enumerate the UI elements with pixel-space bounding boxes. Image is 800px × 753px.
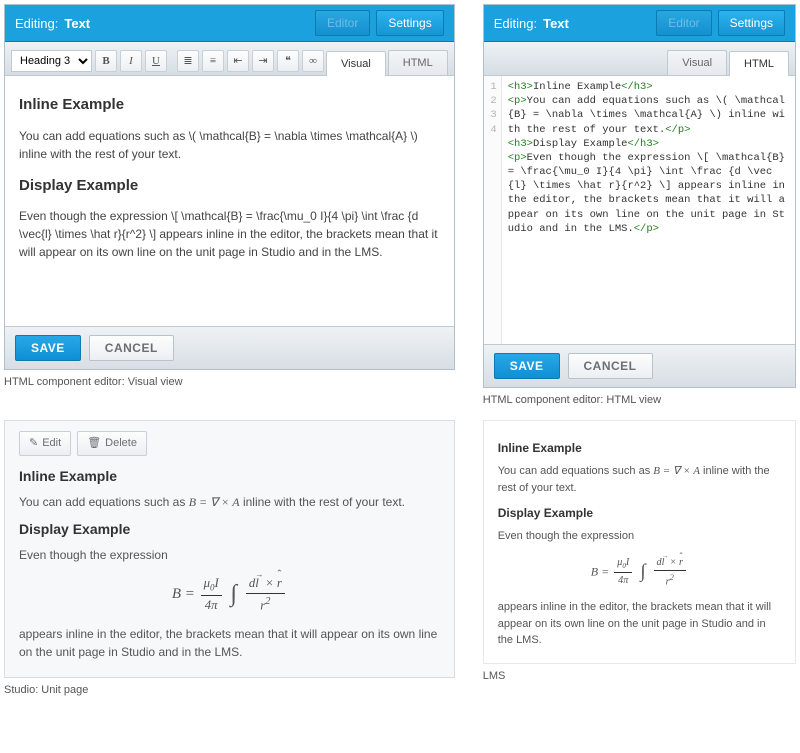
- link-icon[interactable]: ∞: [302, 50, 324, 72]
- paragraph-display-post: appears inline in the editor, the bracke…: [19, 625, 440, 661]
- bullet-list-icon[interactable]: ≣: [177, 50, 199, 72]
- heading-display: Display Example: [19, 175, 440, 198]
- heading-inline: Inline Example: [19, 466, 440, 487]
- heading-inline: Inline Example: [19, 94, 440, 117]
- edit-button[interactable]: ✎Edit: [19, 431, 71, 456]
- editor-header: Editing: Text Editor Settings: [5, 5, 454, 42]
- studio-preview: ✎Edit 🗑Delete Inline Example You can add…: [4, 420, 455, 678]
- paragraph-display-pre: Even though the expression: [498, 528, 781, 545]
- line-gutter: 1234: [484, 76, 502, 344]
- trash-icon: 🗑: [87, 435, 101, 452]
- code-lines: <h3>Inline Example</h3><p>You can add eq…: [502, 76, 795, 344]
- save-button[interactable]: SAVE: [15, 335, 81, 361]
- paragraph-inline: You can add equations such as B = ∇ × A …: [19, 493, 440, 511]
- lms-preview: Inline Example You can add equations suc…: [483, 420, 796, 664]
- editor-header: Editing: Text Editor Settings: [484, 5, 795, 42]
- paragraph-inline: You can add equations such as \( \mathca…: [19, 127, 440, 163]
- heading-display: Display Example: [19, 519, 440, 540]
- component-title: Text: [64, 16, 90, 31]
- tab-html[interactable]: HTML: [388, 50, 448, 75]
- paragraph-display-post: appears inline in the editor, the bracke…: [498, 599, 781, 649]
- inline-equation: B = ∇ × A: [189, 495, 240, 509]
- underline-icon[interactable]: U: [145, 50, 167, 72]
- editor-footer: SAVE CANCEL: [484, 344, 795, 387]
- paragraph-display: Even though the expression \[ \mathcal{B…: [19, 207, 440, 261]
- display-equation: B = μ0I4π ∫ dl × rr2: [498, 555, 781, 590]
- component-title: Text: [543, 16, 569, 31]
- inline-equation: B = ∇ × A: [653, 465, 700, 477]
- blockquote-icon[interactable]: ❝: [277, 50, 299, 72]
- caption-visual: HTML component editor: Visual view: [4, 376, 455, 388]
- paragraph-inline: You can add equations such as B = ∇ × A …: [498, 463, 781, 496]
- editor-footer: SAVE CANCEL: [5, 326, 454, 369]
- tab-visual[interactable]: Visual: [326, 51, 386, 76]
- caption-lms: LMS: [483, 670, 796, 682]
- editor-tab-button[interactable]: Editor: [315, 10, 370, 36]
- display-equation: B = μ0I4π ∫ dl × rr2: [19, 574, 440, 616]
- settings-tab-button[interactable]: Settings: [718, 10, 785, 36]
- tab-html[interactable]: HTML: [729, 51, 789, 76]
- caption-html: HTML component editor: HTML view: [483, 394, 796, 406]
- number-list-icon[interactable]: ≡: [202, 50, 224, 72]
- save-button[interactable]: SAVE: [494, 353, 560, 379]
- format-select[interactable]: Heading 3: [11, 50, 92, 72]
- outdent-icon[interactable]: ⇤: [227, 50, 249, 72]
- heading-display: Display Example: [498, 504, 781, 522]
- formatting-toolbar: Heading 3 B I U ≣ ≡ ⇤ ⇥ ❝ ∞ Visual HTML: [5, 42, 454, 76]
- visual-editor-body[interactable]: Inline Example You can add equations suc…: [5, 76, 454, 326]
- delete-button[interactable]: 🗑Delete: [77, 431, 147, 456]
- italic-icon[interactable]: I: [120, 50, 142, 72]
- heading-inline: Inline Example: [498, 439, 781, 457]
- editing-label: Editing:: [15, 16, 58, 31]
- editor-tab-button[interactable]: Editor: [656, 10, 711, 36]
- formatting-toolbar: Visual HTML: [484, 42, 795, 76]
- html-editor-window: Editing: Text Editor Settings Visual HTM…: [483, 4, 796, 388]
- cancel-button[interactable]: CANCEL: [568, 353, 653, 379]
- pencil-icon: ✎: [29, 435, 38, 452]
- editing-label: Editing:: [494, 16, 537, 31]
- tab-visual[interactable]: Visual: [667, 50, 727, 75]
- visual-editor-window: Editing: Text Editor Settings Heading 3 …: [4, 4, 455, 370]
- paragraph-display-pre: Even though the expression: [19, 546, 440, 564]
- html-editor-body[interactable]: 1234 <h3>Inline Example</h3><p>You can a…: [484, 76, 795, 344]
- cancel-button[interactable]: CANCEL: [89, 335, 174, 361]
- caption-studio: Studio: Unit page: [4, 684, 455, 696]
- settings-tab-button[interactable]: Settings: [376, 10, 443, 36]
- indent-icon[interactable]: ⇥: [252, 50, 274, 72]
- bold-icon[interactable]: B: [95, 50, 117, 72]
